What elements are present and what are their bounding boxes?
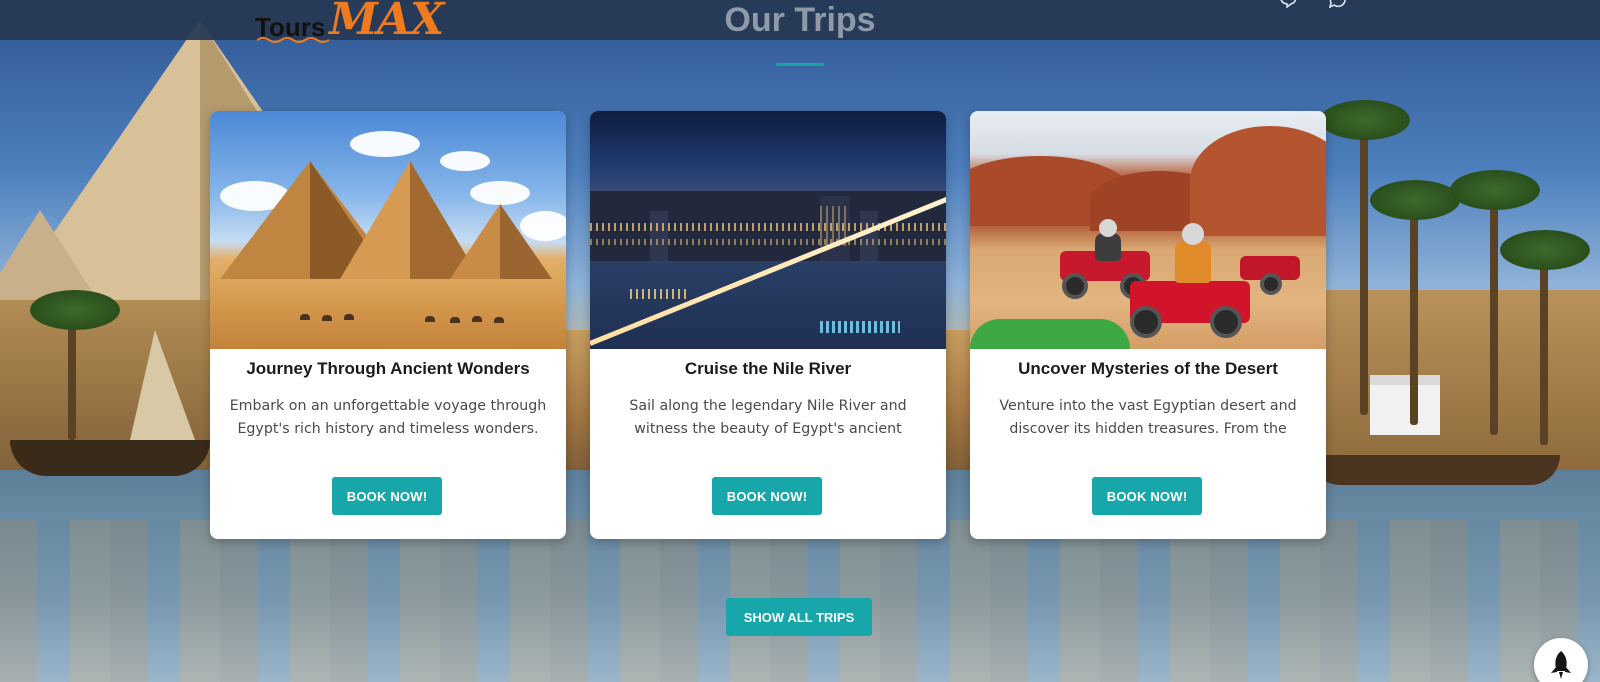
section-title: Our Trips: [724, 1, 876, 39]
trip-title: Journey Through Ancient Wonders: [246, 359, 530, 378]
background-sail: [130, 330, 195, 440]
book-now-button[interactable]: BOOK NOW!: [1092, 477, 1202, 515]
rocket-icon: [1551, 651, 1571, 679]
trip-card: Uncover Mysteries of the Desert Venture …: [970, 111, 1326, 539]
trip-title: Cruise the Nile River: [684, 359, 852, 378]
background-boat-left: [10, 440, 210, 476]
desert-quad-photo: [970, 111, 1326, 349]
book-now-button[interactable]: BOOK NOW!: [332, 477, 442, 515]
trip-description: Sail along the legendary Nile River and …: [629, 398, 907, 437]
trip-description: Embark on an unforgettable voyage throug…: [229, 398, 547, 437]
nile-night-photo: [590, 111, 946, 349]
trip-card: Journey Through Ancient Wonders Embark o…: [210, 111, 566, 539]
title-underline: [776, 63, 824, 66]
background-tent: [1370, 375, 1440, 435]
trip-card: Cruise the Nile River Sail along the leg…: [590, 111, 946, 539]
background-temple-right: [1310, 290, 1600, 470]
pyramids-photo: [210, 111, 566, 349]
trip-title: Uncover Mysteries of the Desert: [1018, 359, 1278, 378]
book-now-button[interactable]: BOOK NOW!: [712, 477, 822, 515]
show-all-trips-button[interactable]: SHOW ALL TRIPS: [726, 598, 872, 636]
trip-cards: Journey Through Ancient Wonders Embark o…: [210, 111, 1328, 539]
background-boat-right: [1310, 455, 1560, 485]
trip-description: Venture into the vast Egyptian desert an…: [999, 398, 1297, 437]
